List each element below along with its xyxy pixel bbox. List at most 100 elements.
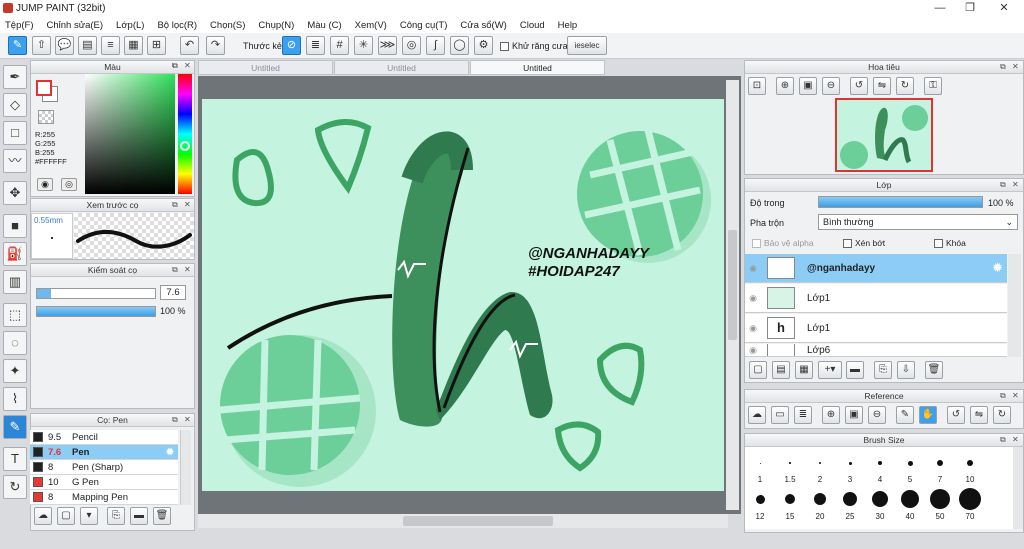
new-layer-icon[interactable]: ▢: [749, 361, 767, 379]
horizontal-scroll-thumb[interactable]: [403, 516, 553, 526]
eye-icon[interactable]: ◉: [745, 323, 761, 334]
size-input[interactable]: 7.6: [160, 285, 186, 300]
brush-item-mapping-pen[interactable]: 8 Mapping Pen: [30, 490, 178, 505]
brush-mode-icon[interactable]: ✎: [8, 36, 27, 55]
parallel-lines-icon[interactable]: ≣: [306, 36, 325, 55]
protect-alpha-checkbox[interactable]: [752, 239, 761, 249]
comment-icon[interactable]: 💬: [55, 36, 74, 55]
add-layer-menu-icon[interactable]: +▾: [818, 361, 842, 379]
hand-tool-icon[interactable]: ↻: [3, 475, 27, 499]
antialias-checkbox[interactable]: [500, 42, 509, 51]
navigator-close-icon[interactable]: ✕: [1012, 62, 1021, 71]
brush-delete-icon[interactable]: 🗑: [153, 507, 171, 525]
brush-list-float-icon[interactable]: ⧉: [172, 415, 181, 424]
ref-zoom-out-icon[interactable]: ⊖: [868, 406, 886, 424]
close-button[interactable]: ✕: [989, 0, 1019, 17]
ref-rotate-left-icon[interactable]: ↺: [947, 406, 965, 424]
brush-new-menu-icon[interactable]: ▾: [80, 507, 98, 525]
ref-flip-icon[interactable]: ⇋: [970, 406, 988, 424]
gear-icon[interactable]: ✹: [166, 447, 174, 458]
brush-item-pen[interactable]: 7.6 Pen ✹: [30, 445, 178, 460]
eyedropper-tool-icon[interactable]: ✎: [3, 415, 27, 439]
size-slider[interactable]: [36, 288, 156, 299]
control-float-icon[interactable]: ⧉: [172, 265, 181, 274]
brush-size-dot[interactable]: [901, 490, 919, 508]
menu-window[interactable]: Cửa sổ(W): [460, 20, 506, 31]
brush-size-dot[interactable]: [814, 493, 826, 505]
reference-close-icon[interactable]: ✕: [1012, 391, 1021, 400]
brush-cloud-icon[interactable]: ☁: [34, 507, 52, 525]
menu-edit[interactable]: Chỉnh sửa(E): [47, 20, 104, 31]
foreground-color-swatch[interactable]: [36, 80, 52, 96]
lock-option[interactable]: Khóa: [934, 238, 966, 249]
bucket-tool-icon[interactable]: ⛽: [3, 242, 27, 266]
grid-doc-icon[interactable]: ▦: [124, 36, 143, 55]
brush-size-dot[interactable]: [819, 462, 821, 464]
brush-size-dot[interactable]: [759, 462, 761, 464]
brush-size-dot[interactable]: [848, 461, 852, 465]
menu-cloud[interactable]: Cloud: [520, 20, 545, 31]
delete-layer-icon[interactable]: 🗑: [925, 361, 943, 379]
saturation-value-picker[interactable]: [85, 74, 175, 194]
layer-opacity-slider[interactable]: [818, 196, 983, 208]
opacity-slider[interactable]: [36, 306, 156, 317]
eye-icon[interactable]: ◉: [745, 263, 761, 274]
ref-zoom-fit-icon[interactable]: ▣: [845, 406, 863, 424]
export-icon[interactable]: ⇧: [32, 36, 51, 55]
zoom-actual-icon[interactable]: ▣: [799, 77, 817, 95]
brush-size-float-icon[interactable]: ⧉: [1000, 435, 1009, 444]
ref-list-icon[interactable]: ≣: [794, 406, 812, 424]
tiles-icon[interactable]: ⊞: [147, 36, 166, 55]
layer-folder-icon[interactable]: ▬: [846, 361, 864, 379]
clip-checkbox[interactable]: [843, 239, 852, 249]
fill-rect-icon[interactable]: ■: [3, 214, 27, 238]
palette-icon[interactable]: ◉: [37, 178, 53, 191]
ref-hand-icon[interactable]: ✋: [919, 406, 937, 424]
list-icon[interactable]: ≡: [101, 36, 120, 55]
brush-size-dot[interactable]: [930, 489, 950, 509]
menu-file[interactable]: Tệp(F): [5, 20, 34, 31]
brush-size-close-icon[interactable]: ✕: [1012, 435, 1021, 444]
color-panel-close-icon[interactable]: ✕: [184, 61, 193, 70]
brush-copy-icon[interactable]: ⎘: [107, 507, 125, 525]
hue-slider[interactable]: [178, 74, 192, 194]
tab-untitled-1[interactable]: Untitled: [198, 60, 333, 75]
ruler-off-icon[interactable]: ⊘: [282, 36, 301, 55]
menu-select[interactable]: Chọn(S): [210, 20, 245, 31]
canvas-horizontal-scrollbar[interactable]: [198, 514, 728, 528]
brush-size-scrollbar[interactable]: [1013, 447, 1023, 529]
brush-size-dot[interactable]: [843, 492, 857, 506]
brush-size-dot[interactable]: [872, 491, 888, 507]
menu-filter[interactable]: Bộ lọc(R): [157, 20, 197, 31]
redo-icon[interactable]: ↷: [206, 36, 225, 55]
duplicate-layer-icon[interactable]: ⎘: [874, 361, 892, 379]
zoom-fit-icon[interactable]: ⊡: [748, 77, 766, 95]
rect-select-icon[interactable]: □: [3, 121, 27, 145]
brush-folder-icon[interactable]: ▬: [130, 507, 148, 525]
navigator-thumbnail[interactable]: [835, 98, 933, 172]
marquee-tool-icon[interactable]: ⬚: [3, 303, 27, 327]
zoom-in-icon[interactable]: ⊕: [776, 77, 794, 95]
reference-float-icon[interactable]: ⧉: [1000, 391, 1009, 400]
page-icon[interactable]: ▤: [78, 36, 97, 55]
brush-size-dot[interactable]: [967, 460, 973, 466]
nav-settings-icon[interactable]: ⚿: [924, 77, 942, 95]
layer-row-text[interactable]: ◉ @nganhadayy ✹: [745, 254, 1007, 283]
brush-size-dot[interactable]: [878, 461, 882, 465]
protect-alpha-option[interactable]: Bảo vệ alpha: [752, 238, 814, 249]
tab-untitled-2[interactable]: Untitled: [334, 60, 469, 75]
deselect-button[interactable]: ieselec: [567, 36, 607, 55]
ref-zoom-in-icon[interactable]: ⊕: [822, 406, 840, 424]
brush-item-pen-sharp[interactable]: 8 Pen (Sharp): [30, 460, 178, 475]
color-panel-float-icon[interactable]: ⧉: [172, 61, 181, 70]
layer-row[interactable]: ◉ Lớp6: [745, 344, 1007, 357]
grid-ruler-icon[interactable]: #: [330, 36, 349, 55]
brush-size-dot[interactable]: [789, 462, 791, 464]
drawing-canvas[interactable]: @NGANHADAYY #HOIDAP247: [202, 99, 724, 491]
magic-wand-icon[interactable]: ✦: [3, 359, 27, 383]
layer-close-icon[interactable]: ✕: [1012, 180, 1021, 189]
clip-option[interactable]: Xén bớt: [843, 238, 885, 249]
move-tool-icon[interactable]: ✥: [3, 181, 27, 205]
brush-list-scrollbar[interactable]: [180, 430, 191, 505]
control-close-icon[interactable]: ✕: [184, 265, 193, 274]
